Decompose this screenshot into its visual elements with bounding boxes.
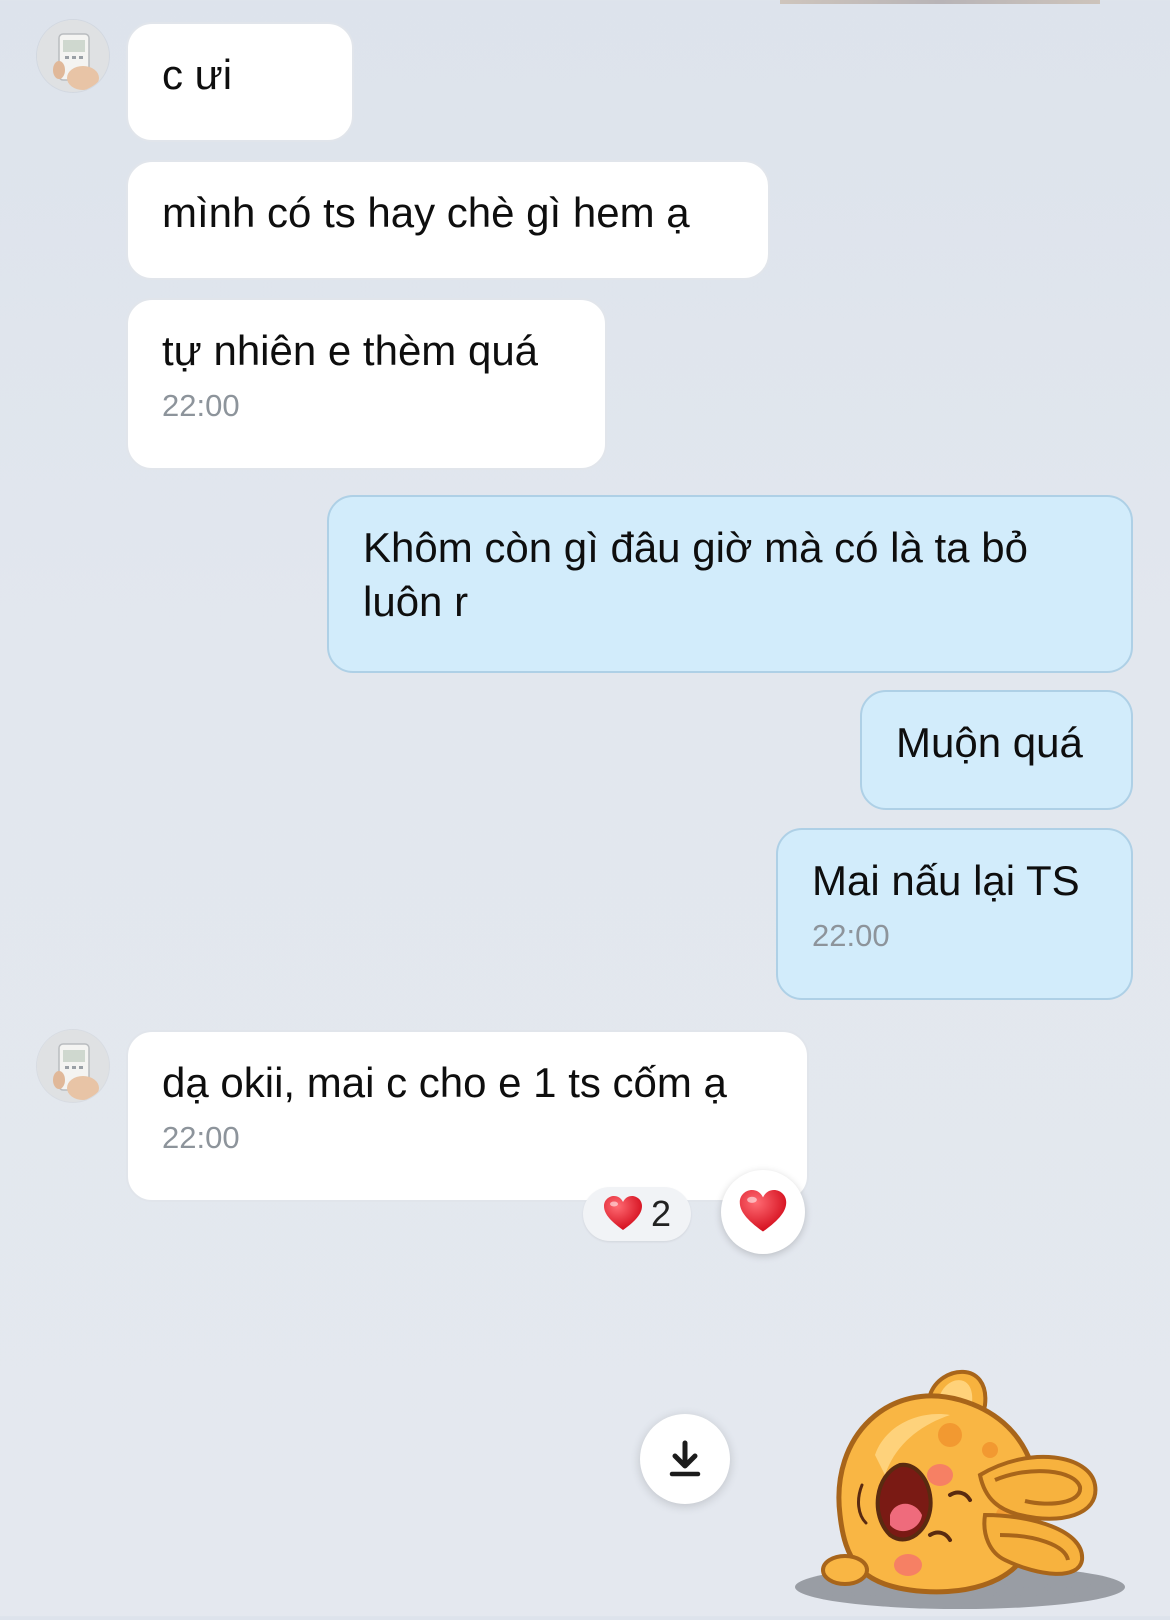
- download-arrow-icon: [669, 1440, 701, 1477]
- bunny-sticker-image: [795, 1369, 1125, 1609]
- message-text: Khôm còn gì đâu giờ mà có là ta bỏ luôn …: [363, 524, 1028, 625]
- top-edge-decoration: [780, 0, 1100, 4]
- message-timestamp: 22:00: [162, 388, 240, 423]
- message-text: tự nhiên e thèm quá: [162, 327, 539, 374]
- message-text: c ưi: [162, 51, 233, 98]
- crying-bunny-sticker[interactable]: [790, 1365, 1130, 1615]
- message-timestamp: 22:00: [812, 918, 890, 953]
- message-bubble-outgoing[interactable]: Mai nấu lại TS 22:00: [776, 828, 1133, 1000]
- contact-avatar[interactable]: [37, 1030, 109, 1102]
- message-bubble-incoming[interactable]: dạ okii, mai c cho e 1 ts cốm ạ 22:00: [126, 1030, 809, 1202]
- contact-avatar[interactable]: [37, 20, 109, 92]
- message-text: mình có ts hay chè gì hem ạ: [162, 189, 690, 236]
- reaction-count-text: 2: [650, 1193, 672, 1234]
- message-bubble-incoming[interactable]: mình có ts hay chè gì hem ạ: [126, 160, 770, 280]
- message-text: dạ okii, mai c cho e 1 ts cốm ạ: [162, 1059, 727, 1106]
- heart-icon: [739, 1190, 787, 1232]
- avatar-image: [37, 20, 109, 92]
- message-bubble-outgoing[interactable]: Khôm còn gì đâu giờ mà có là ta bỏ luôn …: [327, 495, 1133, 673]
- message-text: Muộn quá: [896, 719, 1083, 766]
- react-heart-button[interactable]: [721, 1170, 805, 1254]
- message-bubble-incoming[interactable]: tự nhiên e thèm quá 22:00: [126, 298, 607, 470]
- message-timestamp: 22:00: [162, 1120, 240, 1155]
- message-bubble-incoming[interactable]: c ưi: [126, 22, 354, 142]
- avatar-image: [37, 1030, 109, 1102]
- message-bubble-outgoing[interactable]: Muộn quá: [860, 690, 1133, 810]
- message-text: Mai nấu lại TS: [812, 857, 1080, 904]
- heart-icon: [603, 1196, 642, 1230]
- reaction-summary[interactable]: 2: [583, 1187, 691, 1241]
- scroll-to-bottom-button[interactable]: [640, 1414, 730, 1504]
